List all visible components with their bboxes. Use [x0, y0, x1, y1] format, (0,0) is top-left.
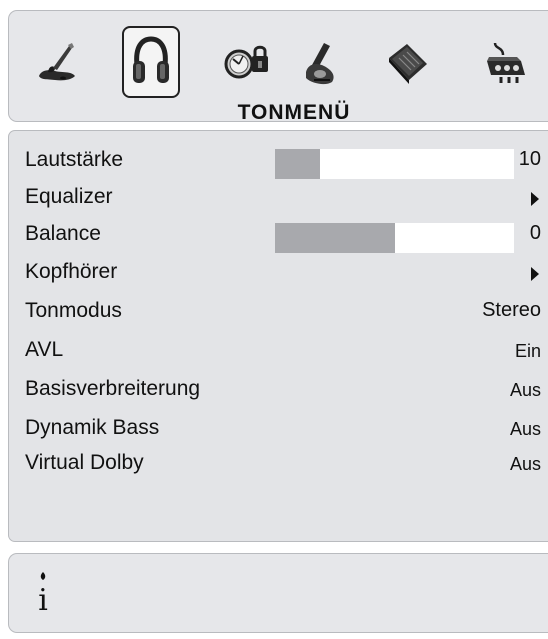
menu-item-label: Tonmodus	[25, 299, 122, 322]
headphones-sound-icon[interactable]	[122, 26, 180, 98]
balance-slider[interactable]	[275, 223, 514, 253]
basisverbreiterung-value: Aus	[509, 380, 541, 400]
menu-item-label: Dynamik Bass	[25, 416, 160, 439]
setup-wrench-icon[interactable]	[292, 28, 352, 98]
menu-item-avl[interactable]: AVL Ein	[9, 335, 548, 367]
connector-sources-icon[interactable]	[475, 28, 535, 98]
menu-item-tonmodus[interactable]: Tonmodus Stereo	[9, 296, 548, 328]
volume-slider-fill	[275, 149, 321, 179]
sound-menu-list: Lautstärke 10 Equalizer Balance 0 Kopfhö…	[8, 130, 548, 542]
menu-item-dynamik-bass[interactable]: Dynamik Bass Aus	[9, 413, 548, 445]
book-icon[interactable]	[378, 28, 438, 98]
dynamik-bass-value: Aus	[509, 419, 541, 439]
menu-item-label: AVL	[25, 338, 64, 361]
clock-lock-icon[interactable]	[216, 28, 276, 98]
menu-item-balance[interactable]: Balance 0	[9, 219, 548, 253]
menu-item-label: Lautstärke	[25, 148, 124, 171]
info-glyph: i	[38, 583, 48, 614]
balance-slider-fill	[275, 223, 395, 253]
info-panel: i	[8, 553, 548, 633]
menu-item-equalizer[interactable]: Equalizer	[9, 182, 548, 214]
volume-value: 10	[518, 148, 541, 170]
avl-value: Ein	[514, 341, 541, 361]
info-icon: i	[29, 570, 57, 619]
balance-value: 0	[529, 222, 541, 244]
menu-item-label: Equalizer	[25, 185, 113, 208]
menu-item-label: Virtual Dolby	[25, 451, 144, 474]
menu-item-basisverbreiterung[interactable]: Basisverbreiterung Aus	[9, 374, 548, 406]
menu-item-lautstaerke[interactable]: Lautstärke 10	[9, 145, 548, 179]
menu-item-label: Balance	[25, 222, 101, 245]
menu-item-label: Kopfhörer	[25, 260, 118, 283]
virtual-dolby-value: Aus	[509, 454, 541, 474]
tonmodus-value: Stereo	[482, 299, 541, 321]
menu-item-label: Basisverbreiterung	[25, 377, 201, 400]
menu-title: TONMENÜ	[237, 101, 351, 124]
picture-brush-icon[interactable]	[26, 28, 86, 98]
menu-icon-bar: TONMENÜ	[8, 10, 548, 124]
submenu-arrow-icon	[531, 192, 539, 206]
volume-slider[interactable]	[275, 149, 514, 179]
menu-item-virtual-dolby[interactable]: Virtual Dolby Aus	[9, 448, 548, 480]
submenu-arrow-icon	[531, 267, 539, 281]
menu-item-kopfhoerer[interactable]: Kopfhörer	[9, 257, 548, 289]
